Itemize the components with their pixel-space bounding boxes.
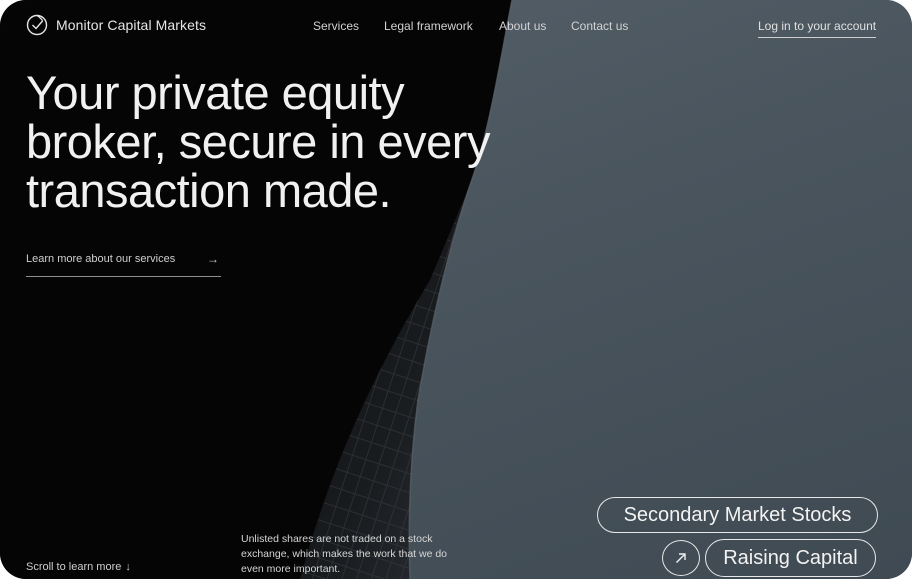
scroll-label: Scroll to learn more [26, 561, 122, 573]
brand-name: Monitor Capital Markets [56, 17, 207, 33]
learn-more-link[interactable]: Learn more about our services → [26, 252, 221, 277]
arrow-down-icon: ↓ [125, 561, 131, 573]
hero-line: broker, secure in every [26, 115, 490, 168]
arrow-up-right-icon [676, 553, 686, 563]
secondary-market-stocks-label: Secondary Market Stocks [623, 503, 852, 526]
hero-line: Your private equity [26, 66, 405, 119]
scroll-hint[interactable]: Scroll to learn more ↓ [26, 561, 131, 573]
nav-link-legal-framework[interactable]: Legal framework [384, 19, 473, 33]
learn-more-label: Learn more about our services [26, 253, 176, 265]
hero-line: transaction made. [26, 164, 392, 217]
brand-logo[interactable]: Monitor Capital Markets [26, 14, 206, 36]
arrow-up-right-button[interactable] [662, 540, 700, 576]
login-link[interactable]: Log in to your account [758, 19, 877, 38]
top-nav: Monitor Capital Markets Services Legal f… [0, 0, 912, 52]
check-circle-logo-icon [26, 14, 48, 36]
unlisted-shares-note: Unlisted shares are not traded on a stoc… [241, 533, 448, 575]
secondary-market-stocks-tag[interactable]: Secondary Market Stocks [597, 497, 878, 533]
nav-link-services[interactable]: Services [313, 19, 359, 33]
raising-capital-tag[interactable]: Raising Capital [705, 539, 876, 577]
arrow-right-icon: → [207, 252, 219, 266]
nav-link-about-us[interactable]: About us [499, 19, 546, 33]
raising-capital-label: Raising Capital [723, 546, 858, 569]
hero-headline: Your private equity broker, secure in ev… [26, 68, 490, 215]
nav-link-contact-us[interactable]: Contact us [571, 19, 628, 33]
hero-frame: Monitor Capital Markets Services Legal f… [0, 0, 912, 579]
